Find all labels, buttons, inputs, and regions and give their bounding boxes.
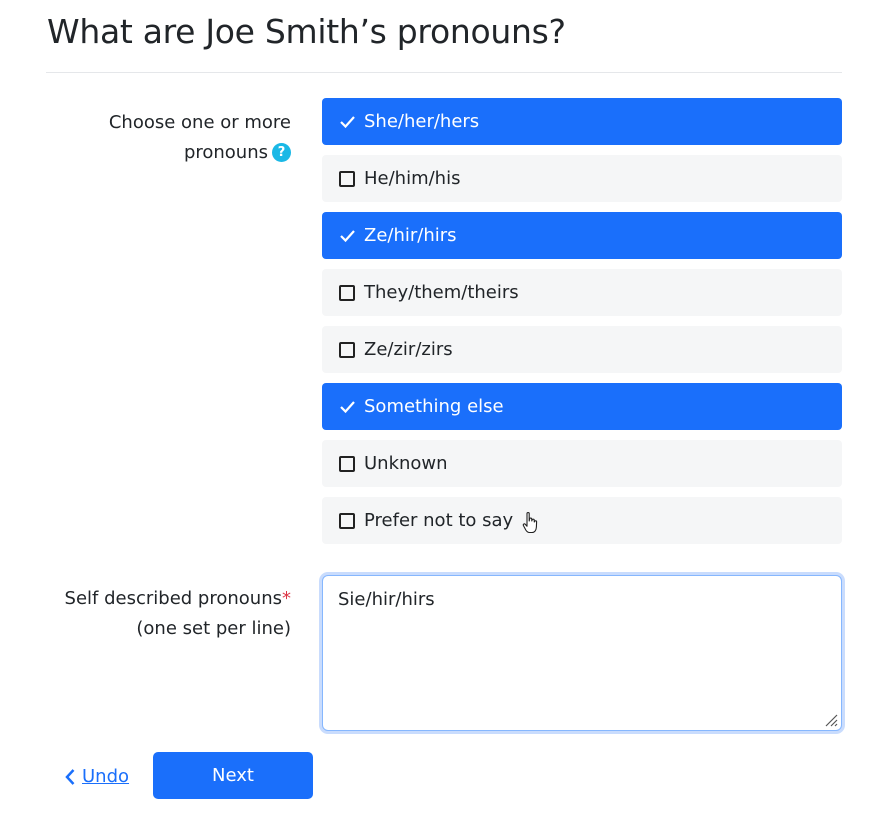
required-marker: * [282, 588, 291, 609]
undo-link[interactable]: Undo [64, 764, 129, 790]
pronoun-option-unknown[interactable]: Unknown [322, 440, 842, 487]
self-described-input[interactable]: Sie/hir/hirs [322, 575, 842, 731]
pronoun-option-label: Prefer not to say [364, 510, 514, 531]
checkbox-icon [339, 512, 355, 529]
self-described-label-text: Self described pronouns [64, 588, 282, 609]
pronoun-option-she[interactable]: She/her/hers [322, 98, 842, 145]
resize-grip-icon[interactable] [822, 711, 838, 727]
self-described-label: Self described pronouns* (one set per lin… [51, 584, 291, 644]
checkmark-icon [340, 116, 355, 129]
checkbox-icon [339, 455, 355, 472]
pronoun-option-label: Something else [364, 396, 504, 417]
help-icon[interactable]: ? [272, 143, 291, 162]
pronoun-option-label: Unknown [364, 453, 448, 474]
self-described-sublabel: (one set per line) [136, 618, 291, 639]
pronoun-option-they[interactable]: They/them/theirs [322, 269, 842, 316]
hand-cursor-icon [522, 511, 538, 533]
pronoun-option-label: She/her/hers [364, 111, 480, 132]
pronoun-option-something-else[interactable]: Something else [322, 383, 842, 430]
pronoun-option-he[interactable]: He/him/his [322, 155, 842, 202]
next-button[interactable]: Next [153, 752, 313, 799]
pronoun-option-label: Ze/zir/zirs [364, 339, 453, 360]
pronoun-option-label: Ze/hir/hirs [364, 225, 457, 246]
pronouns-label: Choose one or more pronouns? [91, 108, 291, 168]
checkbox-icon [339, 170, 355, 187]
pronoun-option-ze-zir[interactable]: Ze/zir/zirs [322, 326, 842, 373]
pronouns-label-text: Choose one or more pronouns [108, 112, 291, 163]
checkmark-icon [340, 230, 355, 243]
pronoun-options: She/her/hers He/him/his Ze/hir/hirs They… [322, 98, 842, 554]
checkmark-icon [340, 401, 355, 414]
pronoun-option-ze-hir[interactable]: Ze/hir/hirs [322, 212, 842, 259]
chevron-left-icon [65, 769, 75, 785]
divider [46, 72, 842, 73]
checkbox-icon [339, 341, 355, 358]
undo-label: Undo [82, 766, 130, 787]
pronoun-option-label: They/them/theirs [364, 282, 519, 303]
pronoun-option-prefer-not[interactable]: Prefer not to say [322, 497, 842, 544]
checkbox-icon [339, 284, 355, 301]
page-title: What are Joe Smith’s pronouns? [47, 12, 566, 51]
pronoun-option-label: He/him/his [364, 168, 461, 189]
